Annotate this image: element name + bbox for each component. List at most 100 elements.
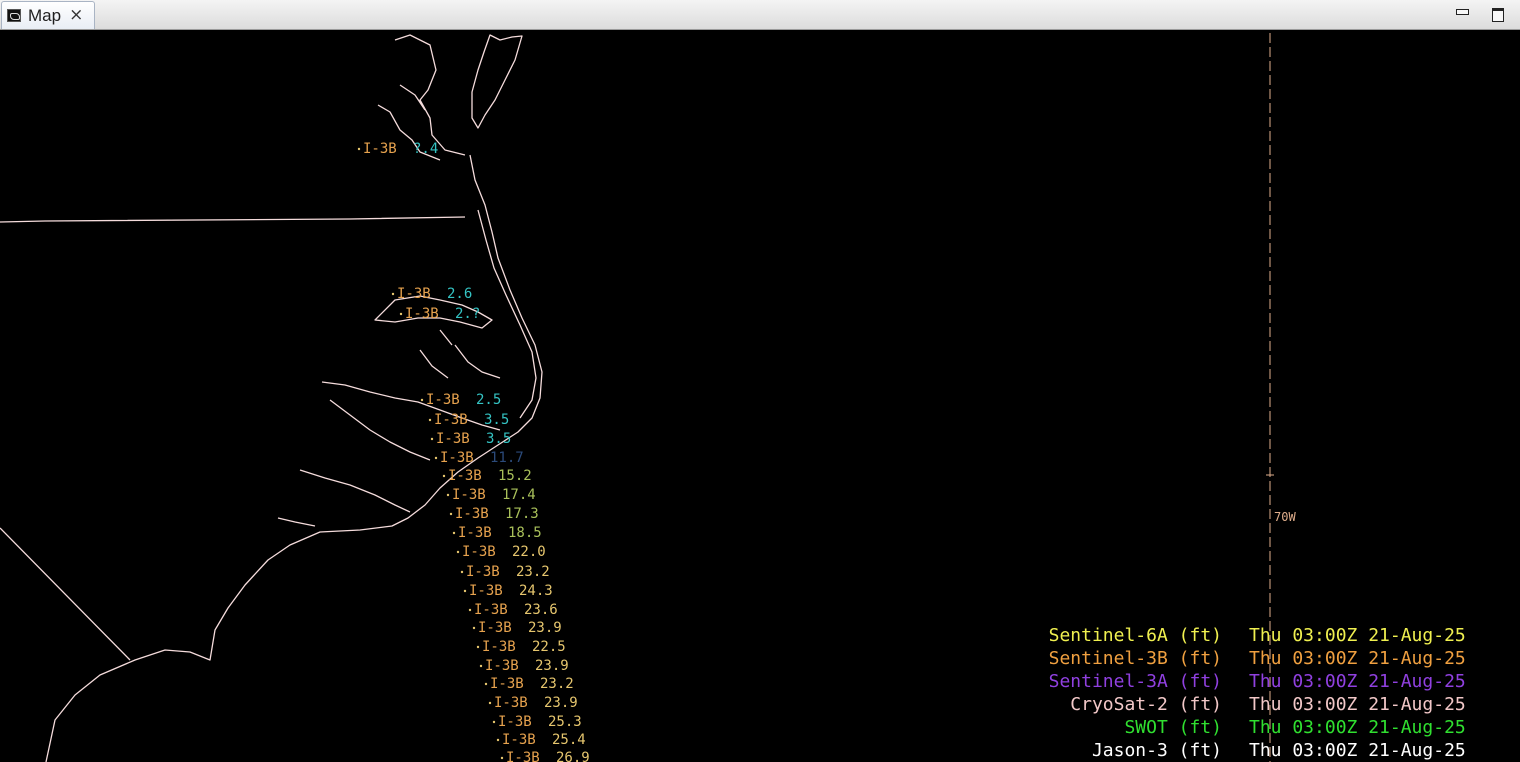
observation-track-label: I-3B [426, 392, 460, 408]
legend-row: Jason-3 (ft) Thu 03:00Z 21-Aug-25 [990, 739, 1500, 762]
observation-point [468, 608, 472, 612]
observation-6: I-3B 11.7 [434, 450, 524, 466]
observation-track-label: I-3B [462, 544, 496, 560]
observation-point [399, 312, 403, 316]
observation-track-label: I-3B [498, 714, 532, 730]
observation-track-label: I-3B [494, 695, 528, 711]
observation-point [428, 418, 432, 422]
legend-row: CryoSat-2 (ft) Thu 03:00Z 21-Aug-25 [990, 693, 1500, 716]
legend-satellite-name: Sentinel-3A (ft) [1048, 671, 1222, 692]
observation-track-label: I-3B [455, 506, 489, 522]
observation-9: I-3B 17.3 [449, 506, 539, 522]
tab-label: Map [28, 5, 62, 25]
legend-row: Sentinel-3B (ft) Thu 03:00Z 21-Aug-25 [990, 647, 1500, 670]
legend-timestamp: Thu 03:00Z 21-Aug-25 [1249, 740, 1466, 761]
observation-value: 23.2 [516, 564, 550, 580]
legend-satellite-name: CryoSat-2 (ft) [1070, 694, 1222, 715]
observation-21: I-3B 25.4 [496, 732, 586, 748]
legend-timestamp: Thu 03:00Z 21-Aug-25 [1249, 671, 1466, 692]
legend-timestamp: Thu 03:00Z 21-Aug-25 [1249, 648, 1466, 669]
observation-15: I-3B 23.9 [472, 620, 562, 636]
legend-row: SWOT (ft) Thu 03:00Z 21-Aug-25 [990, 716, 1500, 739]
observation-value: 2.6 [447, 286, 472, 302]
observation-point [488, 701, 492, 705]
observation-8: I-3B 17.4 [446, 487, 536, 503]
observation-point [463, 589, 467, 593]
state-border-south [0, 527, 131, 661]
observation-point [449, 512, 453, 516]
legend-row: Sentinel-6A (ft) Thu 03:00Z 21-Aug-25 [990, 624, 1500, 647]
delmarva-shore [471, 34, 523, 129]
observation-2: I-3B 2.? [399, 306, 480, 322]
observation-track-label: I-3B [469, 583, 503, 599]
observation-20: I-3B 25.3 [492, 714, 582, 730]
observation-point [492, 720, 496, 724]
tab-map[interactable]: Map × [1, 1, 95, 29]
map-canvas[interactable]: I-3B ?.4 I-3B 2.6 I-3B 2.? I-3B 2.5 I-3B 3.5 I-3B 3… [0, 31, 1520, 762]
legend-satellite-name: Sentinel-3B (ft) [1048, 648, 1222, 669]
observation-7: I-3B 15.2 [442, 468, 532, 484]
observation-0: I-3B ?.4 [357, 141, 438, 157]
observation-value: 24.3 [519, 583, 553, 599]
observation-value: 3.5 [484, 412, 509, 428]
observation-3: I-3B 2.5 [420, 392, 501, 408]
observation-point [452, 531, 456, 535]
close-icon[interactable]: × [69, 7, 83, 24]
observation-track-label: I-3B [502, 732, 536, 748]
observation-12: I-3B 23.2 [460, 564, 550, 580]
observation-point [456, 550, 460, 554]
legend-row: Sentinel-3A (ft) Thu 03:00Z 21-Aug-25 [990, 670, 1500, 693]
observation-track-label: I-3B [474, 602, 508, 618]
observation-track-label: I-3B [452, 487, 486, 503]
observation-16: I-3B 22.5 [476, 639, 566, 655]
maximize-icon[interactable] [1488, 3, 1508, 23]
observation-point [446, 493, 450, 497]
observation-value: 2.5 [476, 392, 501, 408]
observation-value: 3.5 [486, 431, 511, 447]
observation-track-label: I-3B [466, 564, 500, 580]
observation-value: 22.5 [532, 639, 566, 655]
pamlico-inlets [419, 329, 501, 379]
observation-value: 15.2 [498, 468, 532, 484]
observation-10: I-3B 18.5 [452, 525, 542, 541]
observation-point [391, 292, 395, 296]
observation-value: 23.2 [540, 676, 574, 692]
observation-value: 2.? [455, 306, 480, 322]
observation-point [434, 456, 438, 460]
observation-track-label: I-3B [397, 286, 431, 302]
observation-layer: I-3B ?.4 I-3B 2.6 I-3B 2.? I-3B 2.5 I-3B 3.5 I-3B 3… [357, 141, 590, 762]
observation-value: 23.9 [528, 620, 562, 636]
observation-11: I-3B 22.0 [456, 544, 546, 560]
observation-value: 26.9 [556, 750, 590, 762]
coastline [0, 34, 543, 762]
observation-track-label: I-3B [482, 639, 516, 655]
observation-track-label: I-3B [363, 141, 397, 157]
observation-18: I-3B 23.2 [484, 676, 574, 692]
observation-19: I-3B 23.9 [488, 695, 578, 711]
observation-point [500, 756, 504, 760]
observation-track-label: I-3B [458, 525, 492, 541]
minimize-icon[interactable] [1452, 3, 1472, 23]
observation-13: I-3B 24.3 [463, 583, 553, 599]
observation-value: 23.9 [535, 658, 569, 674]
observation-track-label: I-3B [448, 468, 482, 484]
observation-point [484, 682, 488, 686]
observation-point [479, 664, 483, 668]
satellite-legend: Sentinel-6A (ft) Thu 03:00Z 21-Aug-25 Sent… [990, 624, 1500, 762]
observation-track-label: I-3B [440, 450, 474, 466]
observation-17: I-3B 23.9 [479, 658, 569, 674]
observation-14: I-3B 23.6 [468, 602, 558, 618]
observation-value: 17.4 [502, 487, 536, 503]
observation-value: 11.7 [490, 450, 524, 466]
observation-point [496, 738, 500, 742]
legend-satellite-name: Jason-3 (ft) [1091, 740, 1222, 761]
observation-track-label: I-3B [436, 431, 470, 447]
observation-22: I-3B 26.9 [500, 750, 590, 762]
tab-bar: Map × [0, 0, 1520, 30]
observation-1: I-3B 2.6 [391, 286, 472, 302]
legend-timestamp: Thu 03:00Z 21-Aug-25 [1249, 625, 1466, 646]
observation-value: 17.3 [505, 506, 539, 522]
legend-satellite-name: Sentinel-6A (ft) [1048, 625, 1222, 646]
meridian-label: 70W [1274, 510, 1296, 524]
observation-track-label: I-3B [478, 620, 512, 636]
